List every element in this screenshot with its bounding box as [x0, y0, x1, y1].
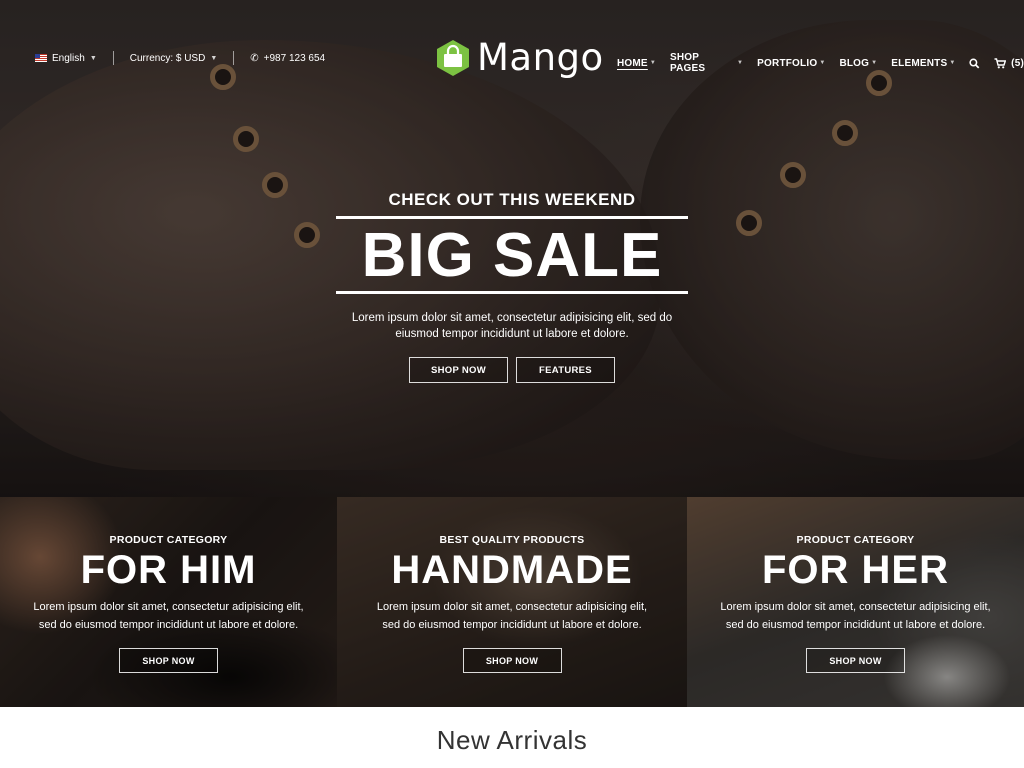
hero-content: CHECK OUT THIS WEEKEND BIG SALE Lorem ip…	[0, 190, 1024, 383]
nav-label: SHOP PAGES	[669, 52, 706, 74]
panel-description-line: sed do eiusmod tempor incididunt ut labo…	[38, 619, 299, 631]
chevron-down-icon: ▼	[210, 54, 218, 62]
language-selector[interactable]: English ▼	[35, 53, 97, 64]
panel-title: FOR HER	[762, 548, 949, 592]
category-panel-for-her[interactable]: PRODUCT CATEGORY FOR HER Lorem ipsum dol…	[687, 497, 1024, 707]
category-panel-for-him[interactable]: PRODUCT CATEGORY FOR HIM Lorem ipsum dol…	[0, 497, 337, 707]
logo-text: Mango	[477, 36, 604, 79]
shop-now-button[interactable]: SHOP NOW	[462, 648, 562, 673]
shop-now-button[interactable]: SHOP NOW	[119, 648, 218, 673]
phone-number: +987 123 654	[263, 52, 326, 64]
divider	[112, 51, 114, 65]
header-utilities: English ▼ Currency: $ USD ▼ ✆ +987 123 6…	[35, 51, 325, 65]
cart-button[interactable]: (5)	[994, 58, 1024, 69]
category-panel-handmade[interactable]: BEST QUALITY PRODUCTS HANDMADE Lorem ips…	[337, 497, 687, 707]
panel-description-line: sed do eiusmod tempor incididunt ut labo…	[725, 619, 986, 631]
currency-label: Currency: $ USD	[129, 52, 206, 64]
hero-banner: English ▼ Currency: $ USD ▼ ✆ +987 123 6…	[0, 0, 1024, 497]
cart-count: (5)	[1011, 57, 1024, 69]
chevron-down-icon: ▼	[871, 60, 878, 66]
shop-now-button[interactable]: SHOP NOW	[806, 648, 905, 673]
chevron-down-icon: ▼	[949, 60, 956, 66]
panel-title: HANDMADE	[391, 548, 633, 592]
site-logo[interactable]: Mango	[435, 36, 604, 79]
hero-rule-bottom	[336, 291, 688, 294]
panel-content: PRODUCT CATEGORY FOR HER Lorem ipsum dol…	[687, 534, 1024, 673]
panel-content: BEST QUALITY PRODUCTS HANDMADE Lorem ips…	[337, 534, 687, 673]
nav-label: ELEMENTS	[891, 57, 948, 69]
nav-item-blog[interactable]: BLOG ▼	[839, 58, 877, 69]
cart-icon	[994, 57, 1007, 68]
section-title: New Arrivals	[436, 725, 588, 755]
hero-rule-top	[336, 216, 688, 219]
features-button[interactable]: FEATURES	[516, 357, 615, 383]
shop-now-button[interactable]: SHOP NOW	[409, 357, 508, 383]
panel-description-line: sed do eiusmod tempor incididunt ut labo…	[382, 619, 642, 631]
nav-item-shop-pages[interactable]: SHOP PAGES ▼	[670, 52, 743, 74]
nav-label: BLOG	[839, 57, 870, 69]
hero-description: Lorem ipsum dolor sit amet, consectetur …	[351, 312, 673, 340]
hero-headline: BIG SALE	[361, 221, 663, 290]
us-flag-icon	[35, 54, 47, 62]
panel-content: PRODUCT CATEGORY FOR HIM Lorem ipsum dol…	[0, 534, 337, 673]
chevron-down-icon: ▼	[737, 60, 744, 66]
category-banners: PRODUCT CATEGORY FOR HIM Lorem ipsum dol…	[0, 497, 1024, 707]
phone-contact[interactable]: ✆ +987 123 654	[250, 53, 325, 64]
panel-description: Lorem ipsum dolor sit amet, consectetur …	[337, 598, 687, 634]
panel-kicker: BEST QUALITY PRODUCTS	[439, 534, 585, 546]
divider	[233, 51, 235, 65]
chevron-down-icon: ▼	[819, 60, 826, 66]
nav-item-portfolio[interactable]: PORTFOLIO ▼	[757, 58, 825, 69]
panel-title: FOR HIM	[80, 548, 257, 592]
hero-kicker: CHECK OUT THIS WEEKEND	[388, 190, 636, 209]
hero-buttons: SHOP NOW FEATURES	[0, 357, 1024, 383]
site-header: English ▼ Currency: $ USD ▼ ✆ +987 123 6…	[0, 0, 1024, 115]
panel-kicker: PRODUCT CATEGORY	[796, 534, 915, 546]
nav-item-elements[interactable]: ELEMENTS ▼	[891, 58, 955, 69]
language-label: English	[52, 52, 85, 64]
panel-description: Lorem ipsum dolor sit amet, consectetur …	[0, 598, 337, 634]
currency-selector[interactable]: Currency: $ USD ▼	[130, 53, 218, 64]
nav-label: HOME	[617, 57, 648, 69]
chevron-down-icon: ▼	[649, 60, 656, 66]
main-navigation: HOME ▼ SHOP PAGES ▼ PORTFOLIO ▼ BLOG ▼ E…	[617, 52, 1024, 74]
new-arrivals-section: New Arrivals	[0, 707, 1024, 768]
panel-description-line: Lorem ipsum dolor sit amet, consectetur …	[720, 601, 991, 613]
nav-item-home[interactable]: HOME ▼	[617, 58, 656, 69]
chevron-down-icon: ▼	[89, 54, 97, 62]
panel-kicker: PRODUCT CATEGORY	[109, 534, 228, 546]
panel-description-line: Lorem ipsum dolor sit amet, consectetur …	[376, 601, 648, 613]
phone-icon: ✆	[250, 52, 259, 64]
search-icon[interactable]	[969, 58, 980, 69]
shopping-bag-icon	[437, 39, 469, 76]
panel-description: Lorem ipsum dolor sit amet, consectetur …	[687, 598, 1024, 634]
panel-description-line: Lorem ipsum dolor sit amet, consectetur …	[33, 601, 304, 613]
nav-label: PORTFOLIO	[757, 57, 818, 69]
